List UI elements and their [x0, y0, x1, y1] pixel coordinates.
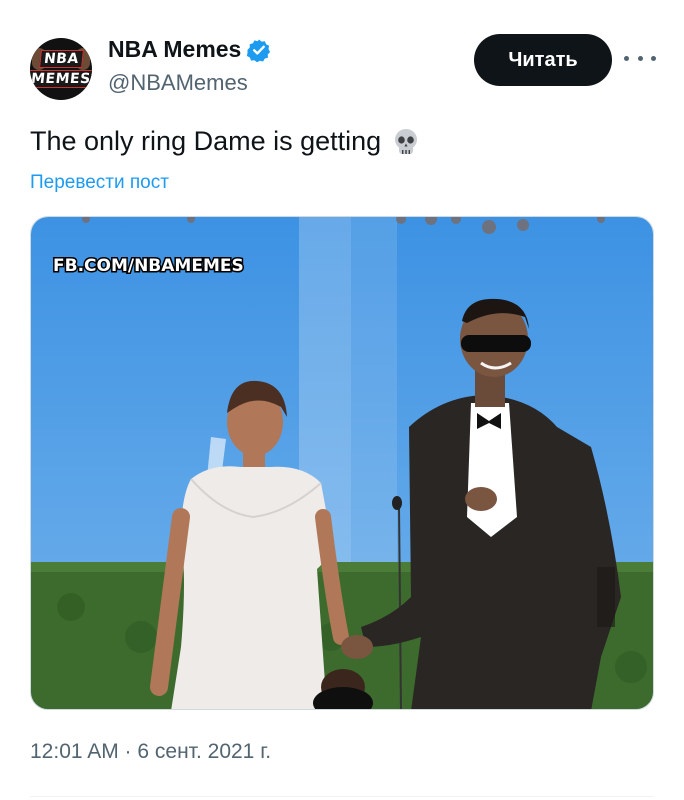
- more-dot: [637, 55, 643, 61]
- tweet-timestamp[interactable]: 12:01 AM · 6 сент. 2021 г.: [30, 740, 271, 764]
- more-dot: [624, 55, 629, 61]
- divider: [30, 796, 654, 797]
- user-handle[interactable]: @NBAMemes: [108, 70, 248, 96]
- wedding-photo: FB.COM/NBAMEMES: [31, 217, 653, 709]
- follow-button[interactable]: Читать: [474, 34, 612, 86]
- verified-badge-icon: [247, 39, 271, 62]
- avatar-logo-line2: MEMES: [30, 70, 92, 88]
- tweet-text-content: The only ring Dame is getting: [30, 126, 382, 156]
- tweet-media-photo[interactable]: FB.COM/NBAMEMES: [30, 216, 654, 710]
- display-name[interactable]: NBA Memes: [108, 36, 241, 63]
- more-dot: [651, 55, 656, 61]
- skull-icon: [395, 128, 418, 154]
- media-watermark: FB.COM/NBAMEMES: [53, 256, 244, 276]
- name-row: NBA Memes: [108, 36, 271, 63]
- tweet-header: NBA MEMES NBA Memes @NBAMemes Читать: [0, 0, 684, 110]
- translate-post-link[interactable]: Перевести пост: [30, 172, 169, 194]
- more-options-icon[interactable]: [624, 46, 656, 70]
- avatar-logo-line1: NBA: [38, 50, 84, 68]
- tweet-text: The only ring Dame is getting: [30, 126, 421, 157]
- avatar[interactable]: NBA MEMES: [30, 38, 92, 100]
